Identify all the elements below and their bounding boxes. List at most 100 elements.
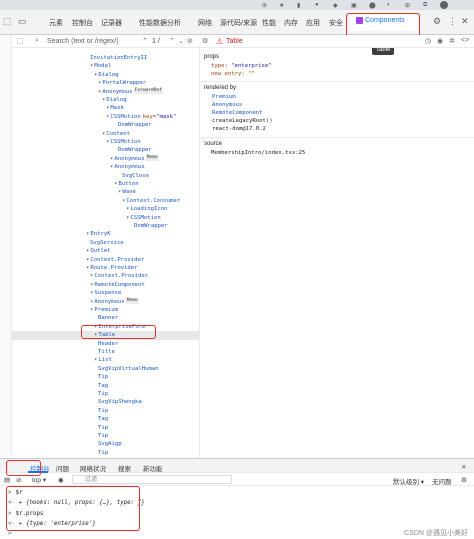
tab-performance[interactable]: 性能 <box>262 18 276 28</box>
eye-icon[interactable]: ◉ <box>58 476 64 484</box>
view-source-icon[interactable]: <> <box>461 37 469 44</box>
expand-arrow-icon[interactable]: ▾ <box>98 80 101 86</box>
component-name: RemoteComponent <box>94 281 145 288</box>
component-name: DomWrapper <box>118 147 152 154</box>
expand-arrow-icon[interactable]: ▾ <box>90 307 93 313</box>
device-toolbar-icon[interactable]: ▭ <box>18 16 27 27</box>
expand-arrow-icon[interactable]: ▾ <box>90 282 93 288</box>
tab-recorder[interactable]: 记录器 <box>101 18 122 28</box>
component-name: Context.Provider <box>94 273 149 280</box>
expand-arrow-icon[interactable]: ▾ <box>86 265 89 271</box>
tab-network-conditions[interactable]: 网络状况 <box>80 463 106 473</box>
bug-icon[interactable]: ✲ <box>449 37 455 45</box>
expand-arrow-icon[interactable]: ▾ <box>126 206 129 212</box>
tab-console[interactable]: 控制台 <box>72 18 93 28</box>
tree-row-content: Tip <box>98 373 108 381</box>
select-element-icon[interactable]: ⬚ <box>17 37 24 45</box>
expand-arrow-icon[interactable]: ▾ <box>98 89 101 95</box>
expand-arrow-icon[interactable]: ▾ <box>90 273 93 279</box>
tree-row-content: ▾PortalWrapper <box>98 79 146 87</box>
tab-memory[interactable]: 内存 <box>284 18 298 28</box>
extension-icon[interactable]: ▣ <box>351 2 357 9</box>
prop-value[interactable]: "enterprise" <box>231 63 271 69</box>
search-input[interactable]: Search (text or /regex/) <box>47 38 119 45</box>
inspect-icon[interactable]: ⬚ <box>3 16 12 27</box>
tab-application[interactable]: 应用 <box>306 18 320 28</box>
bookmark-icon[interactable]: ★ <box>279 2 284 9</box>
extension-icon[interactable]: ◐ <box>387 2 391 8</box>
expand-arrow-icon[interactable]: ▾ <box>90 299 93 305</box>
component-name: CSSMotion <box>110 113 141 120</box>
settings-icon[interactable]: ⚙ <box>433 16 441 27</box>
extension-icon[interactable]: ◆ <box>333 2 338 9</box>
input-prompt: > <box>8 531 12 537</box>
expand-arrow-icon[interactable]: ▾ <box>106 105 109 111</box>
console-prompt[interactable]: > <box>8 531 16 537</box>
clear-console-icon[interactable]: ⊘ <box>16 476 21 484</box>
extension-icon[interactable]: ⊞ <box>405 2 410 9</box>
extension-icon[interactable]: ● <box>315 2 319 8</box>
rendered-by-item[interactable]: Anonymous <box>212 102 242 108</box>
sidebar-toggle-icon[interactable]: ▤ <box>4 476 10 484</box>
rendered-by-item[interactable]: Premium <box>212 94 236 100</box>
expand-arrow-icon[interactable]: ▾ <box>90 290 93 296</box>
stopwatch-icon[interactable]: ◷ <box>425 37 431 45</box>
context-select[interactable]: top ▾ <box>32 476 46 484</box>
expand-arrow-icon[interactable]: ▾ <box>118 189 121 195</box>
clear-icon[interactable]: ⊘ <box>187 37 193 45</box>
more-options-icon[interactable]: ⋮ <box>448 16 457 27</box>
component-name: Anonymous <box>102 88 133 95</box>
new-entry[interactable]: new entry: "" <box>211 71 255 77</box>
tab-search[interactable]: 搜索 <box>118 463 131 473</box>
expand-arrow-icon[interactable]: ▾ <box>122 198 125 204</box>
expand-arrow-icon[interactable]: ▾ <box>106 114 109 120</box>
expand-arrow-icon[interactable]: ▾ <box>86 248 89 254</box>
issues-count: 无问题 <box>432 479 452 486</box>
avatar[interactable] <box>440 1 448 9</box>
component-name: SvgService <box>90 239 124 246</box>
expand-arrow-icon[interactable]: ▾ <box>94 357 97 363</box>
selected-component-title: Table <box>226 38 243 45</box>
tab-issues[interactable]: 问题 <box>56 463 69 473</box>
component-name: InvitationEntryII <box>90 55 148 61</box>
filter-input[interactable]: 过滤 <box>72 475 232 484</box>
close-icon[interactable]: ✕ <box>461 16 469 27</box>
expand-arrow-icon[interactable]: ▾ <box>102 97 105 103</box>
tab-performance-insights[interactable]: 性能数据分析 <box>139 18 181 28</box>
expand-arrow-icon[interactable]: ▾ <box>86 257 89 263</box>
close-icon[interactable]: ✕ <box>461 463 466 471</box>
expand-arrow-icon[interactable]: ▾ <box>114 181 117 187</box>
tree-row-content: Header <box>98 340 118 348</box>
extension-icon[interactable]: ⊕ <box>262 2 267 9</box>
next-result-icon[interactable]: ⌄ <box>178 37 184 45</box>
inspect-dom-icon[interactable]: ◉ <box>437 37 443 45</box>
tab-whats-new[interactable]: 新功能 <box>143 463 163 473</box>
expand-arrow-icon[interactable]: ▾ <box>86 231 89 237</box>
tab-security[interactable]: 安全 <box>329 18 343 28</box>
expand-arrow-icon[interactable]: ▾ <box>94 72 97 78</box>
expand-arrow-icon[interactable]: ▾ <box>110 164 113 170</box>
expand-arrow-icon[interactable]: ▾ <box>110 156 113 162</box>
log-level-select[interactable]: 默认级别 ▾ <box>393 476 424 486</box>
extension-icon[interactable]: ▮ <box>297 2 300 9</box>
prop-type[interactable]: type: "enterprise" <box>211 63 272 69</box>
prev-result-icon[interactable]: ⌃ <box>169 37 175 45</box>
tab-network[interactable]: 网络 <box>198 18 212 28</box>
source-path[interactable]: MembershipIntro/index.tsx:25 <box>211 150 305 156</box>
settings-icon[interactable]: ⚙ <box>202 37 208 45</box>
component-name: SvgVipVirtualHuman <box>98 365 159 372</box>
settings-icon[interactable]: ⚙ <box>461 476 467 484</box>
tab-sources[interactable]: 源代码/来源 <box>220 18 257 28</box>
expand-arrow-icon[interactable]: ▾ <box>90 63 93 69</box>
component-name: Anonymous <box>114 155 145 162</box>
extension-icon[interactable]: ⬤ <box>369 2 376 9</box>
expand-arrow-icon[interactable]: ▾ <box>126 215 129 221</box>
match-count: 1 / <box>152 38 160 45</box>
tab-elements[interactable]: 元素 <box>49 18 63 28</box>
tree-row-content: Tip <box>98 449 108 457</box>
expand-arrow-icon[interactable]: ▾ <box>102 131 105 137</box>
expand-arrow-icon[interactable]: ▾ <box>106 139 109 145</box>
rendered-by-item[interactable]: RemoteComponent <box>212 110 263 116</box>
extension-icon[interactable]: ⧉ <box>423 2 427 9</box>
prev-match-icon[interactable]: ⌃ <box>142 37 148 45</box>
